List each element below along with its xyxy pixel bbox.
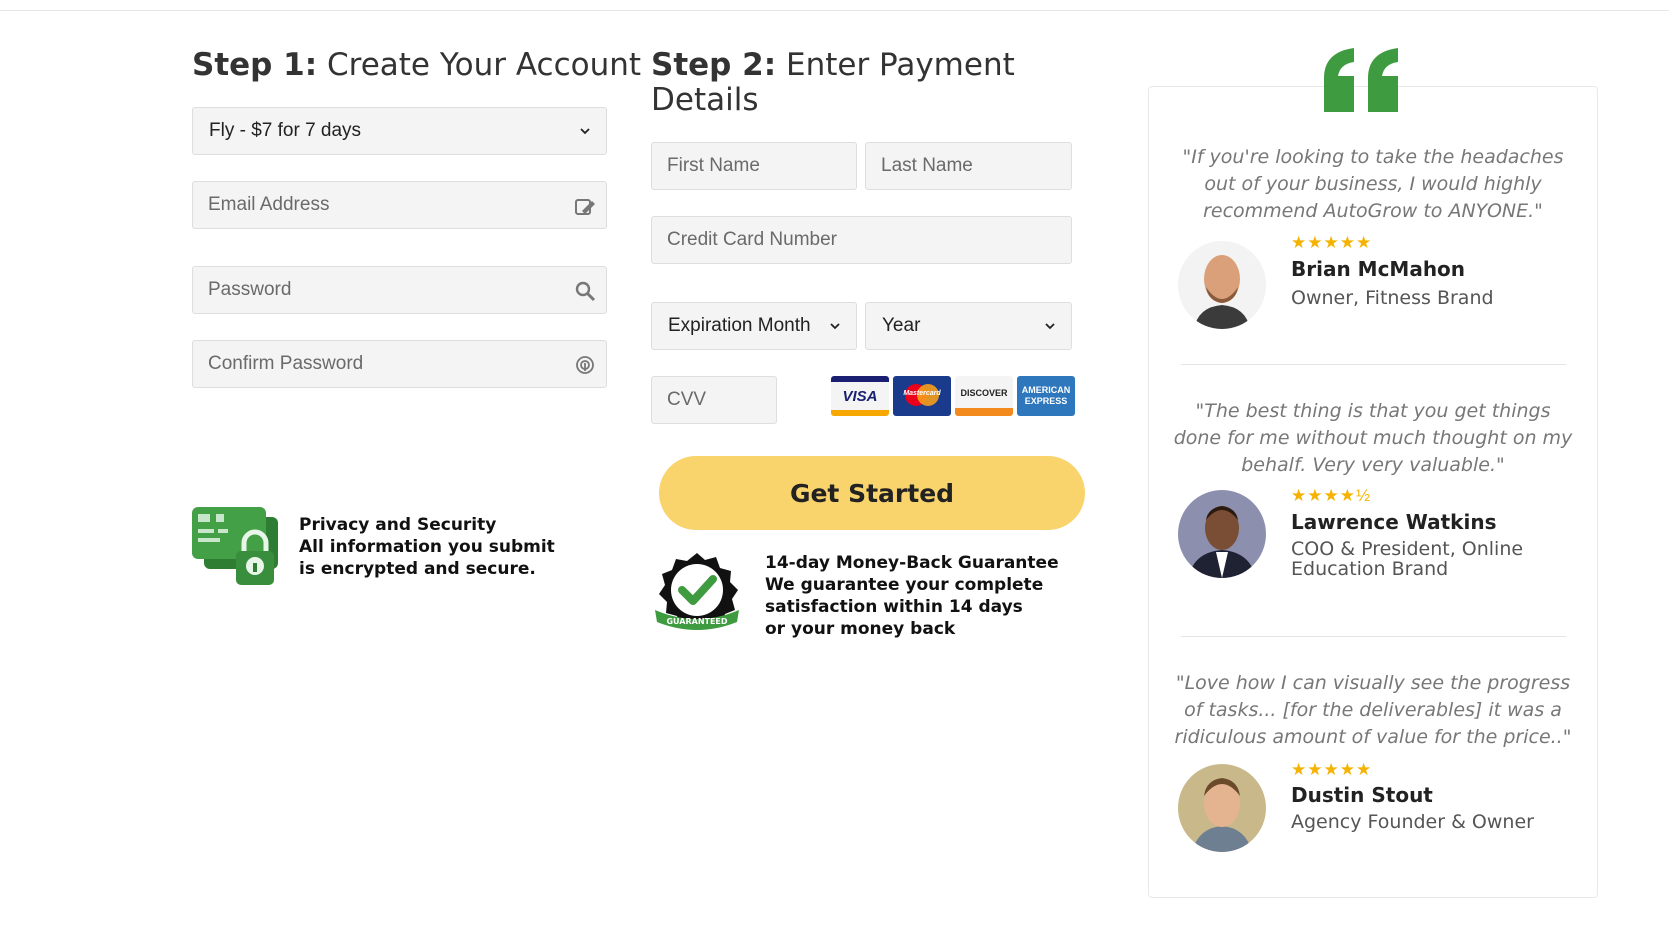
step2-heading: Step 2: Enter Payment Details (651, 47, 1015, 118)
avatar (1178, 764, 1266, 852)
expiration-year-select[interactable]: Year (865, 302, 1072, 350)
testimonial-divider (1181, 636, 1566, 637)
cvv-input[interactable] (652, 377, 776, 423)
quote-mark-icon (1324, 48, 1398, 112)
mastercard-logo: Mastercard (893, 376, 951, 416)
fingerprint-icon[interactable] (574, 354, 596, 376)
first-name-field[interactable] (651, 142, 857, 190)
testimonial-role: COO & President, Online Education Brand (1291, 538, 1524, 580)
plan-select[interactable]: Fly - $7 for 7 days (192, 107, 607, 155)
avatar (1178, 490, 1266, 578)
star-rating: ★★★★★ (1291, 760, 1373, 779)
privacy-line1: All information you submit (299, 537, 555, 557)
star-rating: ★★★★½ (1291, 486, 1372, 505)
testimonial-divider (1181, 364, 1566, 365)
cvv-field[interactable] (651, 376, 777, 424)
confirm-password-field[interactable] (192, 340, 607, 388)
step1-heading: Step 1: Create Your Account (192, 47, 642, 83)
chevron-down-icon (1045, 323, 1055, 330)
email-field[interactable] (192, 181, 607, 229)
guarantee-line3: or your money back (765, 619, 956, 639)
avatar (1178, 241, 1266, 329)
testimonial-name: Dustin Stout (1291, 783, 1433, 807)
get-started-button[interactable]: Get Started (659, 456, 1085, 530)
autofill-icon[interactable] (574, 195, 596, 217)
guarantee-seal-icon: GUARANTEED (655, 553, 739, 630)
expiration-month-value: Expiration Month (668, 315, 811, 336)
first-name-input[interactable] (652, 143, 856, 189)
plan-select-value: Fly - $7 for 7 days (209, 120, 362, 141)
visa-logo: VISA (831, 376, 889, 416)
expiration-month-select[interactable]: Expiration Month (651, 302, 857, 350)
testimonial-quote: "The best thing is that you get things d… (1173, 400, 1573, 476)
testimonial-name: Lawrence Watkins (1291, 510, 1497, 534)
discover-logo: DISCOVER (955, 376, 1013, 416)
password-field[interactable] (192, 266, 607, 314)
expiration-year-value: Year (882, 315, 921, 336)
card-logos: VISA Mastercard DISCOVER AMERICAN EXPRES… (831, 376, 1075, 416)
amex-logo: AMERICAN EXPRESS (1017, 376, 1075, 416)
privacy-line2: is encrypted and secure. (299, 559, 536, 579)
password-input[interactable] (193, 267, 606, 313)
privacy-text: Privacy and Security All information you… (299, 514, 555, 580)
guarantee-text: 14-day Money-Back Guarantee We guarantee… (765, 552, 1059, 640)
chevron-down-icon (830, 323, 840, 330)
testimonial-quote: "If you're looking to take the headaches… (1182, 146, 1564, 222)
card-number-field[interactable] (651, 216, 1072, 264)
confirm-password-input[interactable] (193, 341, 606, 387)
privacy-title: Privacy and Security (299, 515, 497, 535)
star-rating: ★★★★★ (1291, 233, 1373, 252)
last-name-input[interactable] (866, 143, 1071, 189)
guarantee-line1: We guarantee your complete (765, 575, 1044, 595)
testimonial-name: Brian McMahon (1291, 257, 1466, 281)
guarantee-line2: satisfaction within 14 days (765, 597, 1023, 617)
guarantee-title: 14-day Money-Back Guarantee (765, 553, 1059, 573)
seal-text: GUARANTEED (666, 617, 727, 626)
last-name-field[interactable] (865, 142, 1072, 190)
testimonial-role: Agency Founder & Owner (1291, 811, 1534, 833)
testimonial-role: Owner, Fitness Brand (1291, 287, 1494, 309)
card-number-input[interactable] (652, 217, 1071, 263)
testimonial-quote: "Love how I can visually see the progres… (1174, 672, 1572, 748)
email-input[interactable] (193, 182, 606, 228)
top-divider (0, 10, 1669, 11)
chevron-down-icon (580, 128, 590, 135)
key-icon[interactable] (574, 280, 596, 302)
secure-card-lock-icon (192, 507, 278, 585)
